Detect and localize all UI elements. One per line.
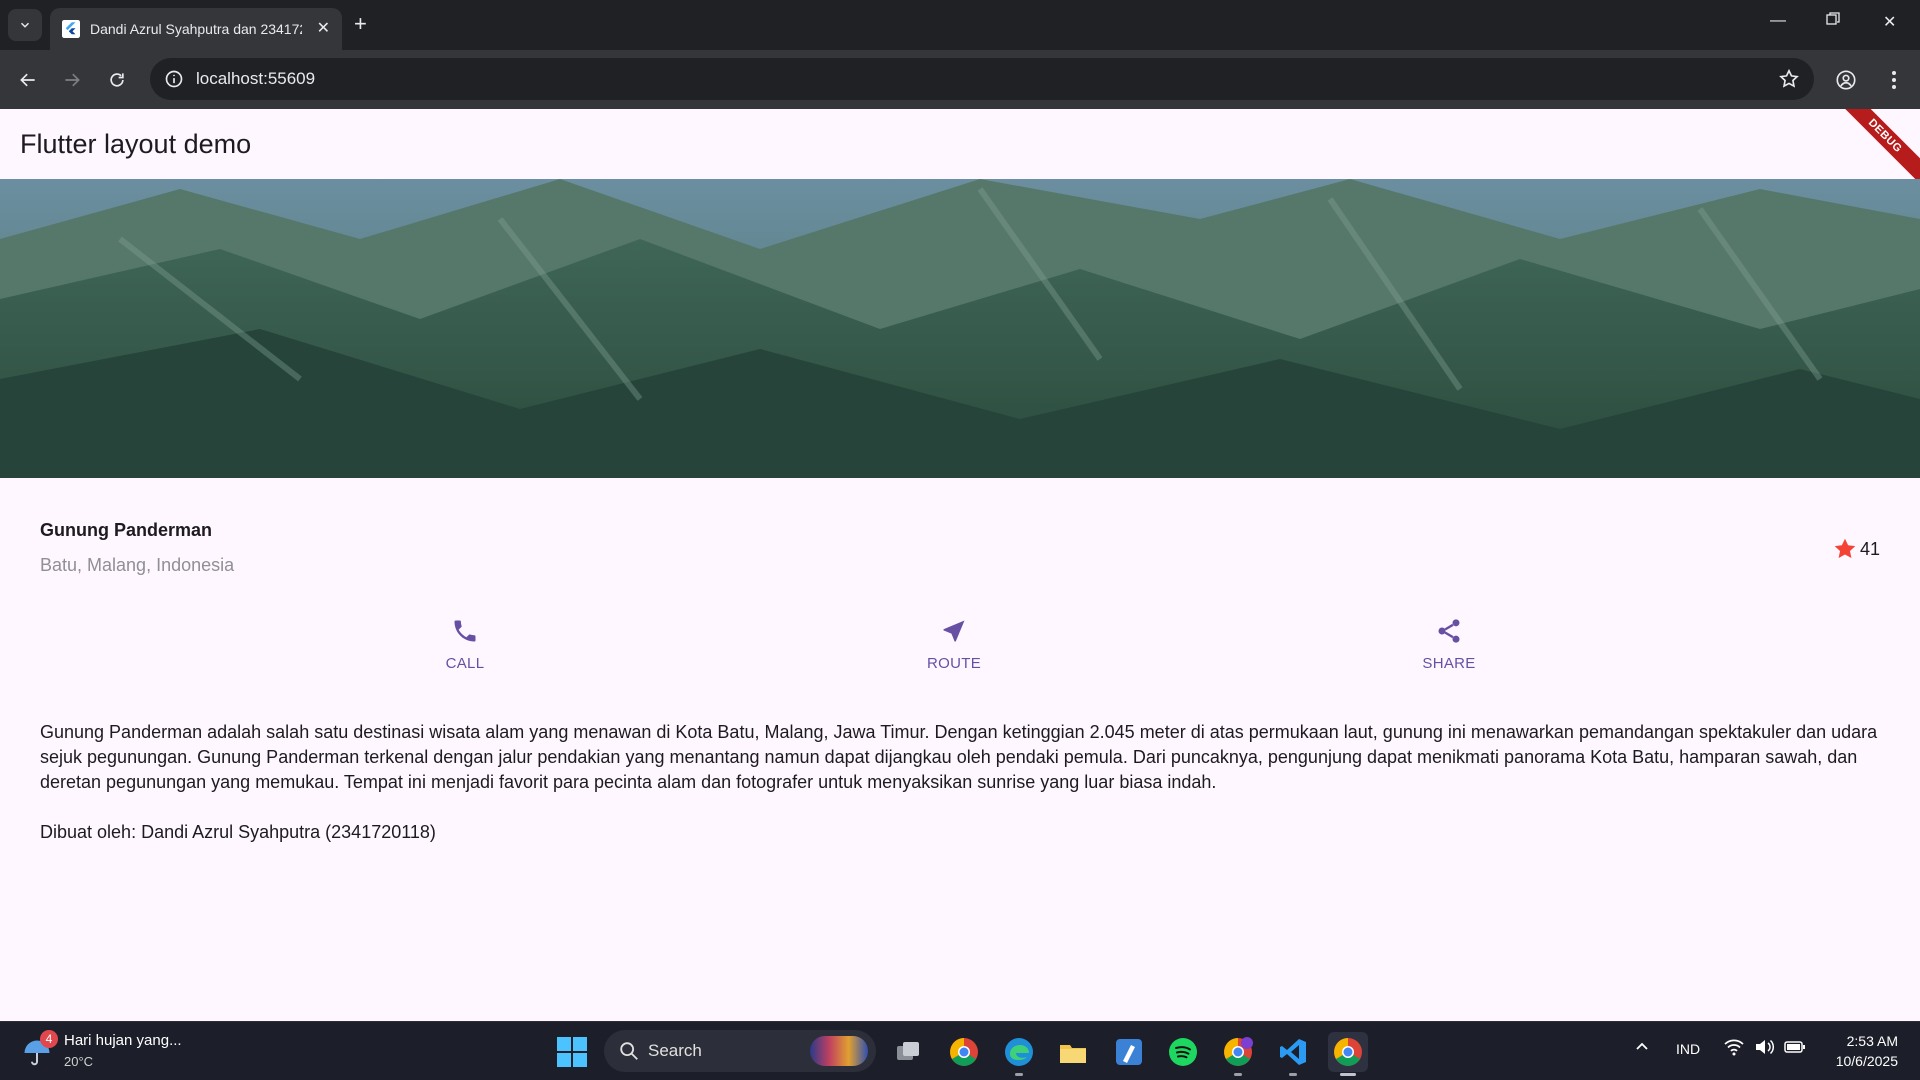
back-icon[interactable] <box>14 66 42 94</box>
app-bar: Flutter layout demo DEBUG <box>0 109 1920 196</box>
text-section: Gunung Panderman adalah salah satu desti… <box>40 720 1890 845</box>
rating: 41 <box>1832 536 1880 562</box>
share-button[interactable]: SHARE <box>1389 617 1509 672</box>
running-indicator <box>1015 1073 1023 1076</box>
place-location: Batu, Malang, Indonesia <box>40 555 235 575</box>
weather-text: Hari hujan yang... <box>64 1032 182 1049</box>
close-window-icon[interactable]: ✕ <box>1883 12 1896 32</box>
search-label: Search <box>648 1041 702 1060</box>
bookmark-star-icon[interactable] <box>1778 68 1800 90</box>
search-highlight-image <box>810 1036 868 1066</box>
show-hidden-icons[interactable] <box>1634 1038 1650 1057</box>
call-label: CALL <box>445 655 485 672</box>
running-indicator <box>1289 1073 1297 1076</box>
minimize-icon[interactable]: — <box>1770 12 1786 30</box>
flutter-app: Flutter layout demo DEBUG Gunung Panderm… <box>0 109 1920 1021</box>
weather-widget[interactable]: 4 Hari hujan yang... 20°C <box>22 1030 222 1074</box>
windows-taskbar: 4 Hari hujan yang... 20°C Search IND 2:5… <box>0 1021 1920 1080</box>
volume-icon[interactable] <box>1754 1038 1775 1059</box>
taskbar-search[interactable]: Search <box>604 1030 876 1072</box>
flutter-favicon-icon <box>62 20 80 38</box>
chevron-down-icon <box>20 22 30 28</box>
task-view-icon[interactable] <box>888 1032 928 1072</box>
credit-text: Dibuat oleh: Dandi Azrul Syahputra (2341… <box>40 822 436 842</box>
weather-temperature: 20°C <box>64 1054 94 1069</box>
windows-start-icon[interactable] <box>556 1036 588 1068</box>
wifi-icon[interactable] <box>1724 1038 1744 1059</box>
share-label: SHARE <box>1422 655 1476 672</box>
phone-icon <box>454 620 476 642</box>
running-indicator <box>1234 1073 1242 1076</box>
chrome-profile-taskbar-icon[interactable] <box>1218 1032 1258 1076</box>
battery-icon[interactable] <box>1784 1038 1806 1059</box>
spotify-icon[interactable] <box>1163 1032 1203 1072</box>
close-tab-icon[interactable]: ✕ <box>317 18 330 38</box>
route-label: ROUTE <box>927 655 981 672</box>
file-explorer-icon[interactable] <box>1053 1032 1093 1072</box>
running-indicator <box>1340 1073 1356 1076</box>
system-clock[interactable]: 2:53 AM 10/6/2025 <box>1836 1031 1898 1071</box>
reload-icon[interactable] <box>103 66 131 94</box>
chrome-active-taskbar-icon[interactable] <box>1328 1032 1368 1076</box>
url-text[interactable]: localhost:55609 <box>196 69 315 89</box>
android-studio-icon[interactable] <box>1109 1032 1149 1072</box>
browser-tab-bar: Dandi Azrul Syahputra dan 2341720118 ✕ +… <box>0 0 1920 50</box>
mountain-image <box>0 179 1920 478</box>
weather-badge: 4 <box>40 1030 58 1048</box>
search-icon <box>620 1042 638 1060</box>
profile-icon[interactable] <box>1832 66 1860 94</box>
language-indicator[interactable]: IND <box>1676 1041 1700 1057</box>
button-section: CALL ROUTE SHARE <box>0 617 1920 697</box>
place-name: Gunung Panderman <box>40 520 213 540</box>
address-bar[interactable]: localhost:55609 <box>150 58 1814 100</box>
vscode-icon[interactable] <box>1273 1032 1313 1076</box>
clock-date: 10/6/2025 <box>1835 1053 1898 1069</box>
menu-dots-icon[interactable] <box>1880 66 1908 94</box>
tab-search-button[interactable] <box>8 9 42 41</box>
chrome-taskbar-icon[interactable] <box>944 1032 984 1072</box>
forward-icon[interactable] <box>58 66 86 94</box>
share-icon <box>1438 619 1460 643</box>
clock-time: 2:53 AM <box>1846 1033 1898 1049</box>
browser-toolbar: localhost:55609 <box>0 50 1920 109</box>
restore-icon[interactable] <box>1826 12 1840 31</box>
description-text: Gunung Panderman adalah salah satu desti… <box>40 722 1878 792</box>
app-bar-title: Flutter layout demo <box>20 129 252 159</box>
site-info-icon[interactable] <box>164 69 184 89</box>
near-me-icon <box>943 620 965 642</box>
star-icon <box>1834 538 1856 558</box>
rating-count: 41 <box>1859 538 1880 559</box>
title-section: Gunung Panderman Batu, Malang, Indonesia… <box>40 520 1880 590</box>
edge-taskbar-icon[interactable] <box>999 1032 1039 1076</box>
tab-title: Dandi Azrul Syahputra dan 2341720118 <box>90 21 302 37</box>
call-button[interactable]: CALL <box>405 617 525 672</box>
browser-tab[interactable]: Dandi Azrul Syahputra dan 2341720118 ✕ <box>50 8 342 50</box>
route-button[interactable]: ROUTE <box>894 617 1014 672</box>
new-tab-icon[interactable]: + <box>354 12 367 36</box>
